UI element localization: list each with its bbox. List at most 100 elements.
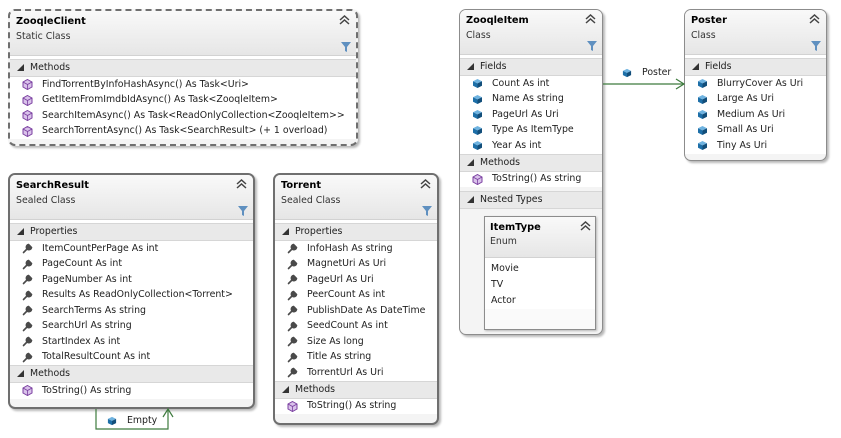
section-label: Properties (295, 226, 343, 237)
collapse-chevron-icon[interactable] (420, 178, 431, 190)
enum-value[interactable]: TV (485, 277, 595, 293)
expand-triangle-icon[interactable] (467, 158, 474, 166)
property-wrench-icon (287, 290, 298, 300)
member-row[interactable]: PageNumber As int (10, 272, 253, 288)
member-row[interactable]: ItemCountPerPage As int (10, 241, 253, 257)
section-label: Methods (295, 383, 336, 395)
member-row[interactable]: GetItemFromImdbIdAsync() As Task<ZooqleI… (10, 92, 356, 108)
member-row[interactable]: Tiny As Uri (685, 138, 826, 154)
member-label: PublishDate As DateTime (307, 304, 426, 316)
member-row[interactable]: PublishDate As DateTime (275, 303, 437, 319)
member-row[interactable]: Small As Uri (685, 122, 826, 138)
section-fields[interactable]: Fields (685, 58, 826, 76)
enum-value[interactable]: Movie (485, 261, 595, 277)
member-row[interactable]: SearchTerms As string (10, 303, 253, 319)
member-row[interactable]: MagnetUri As Uri (275, 256, 437, 272)
property-wrench-icon (22, 290, 33, 300)
member-row[interactable]: ToString() As string (275, 398, 437, 414)
member-row[interactable]: PageUrl As Uri (275, 272, 437, 288)
property-wrench-icon (22, 352, 33, 362)
expand-triangle-icon[interactable] (17, 370, 24, 377)
class-name: ZooqleClient (16, 16, 86, 27)
member-row[interactable]: Type As ItemType (460, 122, 602, 138)
member-row[interactable]: Large As Uri (685, 91, 826, 107)
member-label: Name As string (492, 93, 564, 104)
collapse-chevron-icon[interactable] (809, 13, 820, 25)
member-label: MagnetUri As Uri (307, 258, 387, 269)
member-label: Large As Uri (717, 93, 774, 104)
collapse-chevron-icon[interactable] (236, 178, 247, 190)
expand-triangle-icon[interactable] (467, 63, 474, 70)
enum-value[interactable]: Actor (485, 293, 595, 309)
collapse-chevron-icon[interactable] (339, 14, 350, 26)
member-row[interactable]: Year As int (460, 138, 602, 154)
member-row[interactable]: FindTorrentByInfoHashAsync() As Task<Uri… (10, 77, 356, 93)
class-zooqleitem[interactable]: ZooqleItem Class Fields Count As int Nam… (459, 9, 603, 335)
member-row[interactable]: SearchTorrentAsync() As Task<SearchResul… (10, 123, 356, 139)
member-row[interactable]: PeerCount As int (275, 287, 437, 303)
member-row[interactable]: Results As ReadOnlyCollection<Torrent> (10, 287, 253, 303)
member-row[interactable]: Name As string (460, 91, 602, 107)
expand-triangle-icon[interactable] (17, 228, 24, 235)
section-methods[interactable]: Methods (10, 59, 356, 77)
enum-header: ItemType Enum (485, 217, 595, 258)
collapse-chevron-icon[interactable] (580, 220, 591, 232)
expand-triangle-icon[interactable] (17, 64, 24, 71)
member-row[interactable]: PageUrl As Uri (460, 107, 602, 123)
member-row[interactable]: SearchItemAsync() As Task<ReadOnlyCollec… (10, 108, 356, 124)
member-row[interactable]: PageCount As int (10, 256, 253, 272)
enum-stereotype: Enum (490, 236, 517, 247)
section-fields[interactable]: Fields (460, 58, 602, 76)
method-icon (22, 385, 33, 396)
section-properties[interactable]: Properties (10, 223, 253, 241)
collapse-chevron-icon[interactable] (585, 13, 596, 25)
filter-icon[interactable] (238, 206, 248, 216)
class-zooqleclient[interactable]: ZooqleClient Static Class Methods FindTo… (8, 9, 358, 146)
member-row[interactable]: Title As string (275, 349, 437, 365)
member-row[interactable]: TotalResultCount As int (10, 349, 253, 365)
nested-enum-itemtype[interactable]: ItemType Enum Movie TV Actor (484, 216, 596, 330)
class-stereotype: Sealed Class (16, 195, 76, 206)
expand-triangle-icon[interactable] (692, 63, 699, 70)
member-label: ToString() As string (492, 173, 582, 184)
member-row[interactable]: Medium As Uri (685, 107, 826, 123)
method-icon (22, 94, 33, 106)
section-methods[interactable]: Methods (460, 153, 602, 172)
member-label: ItemCountPerPage As int (42, 242, 159, 254)
member-row[interactable]: ToString() As string (460, 171, 602, 187)
member-row[interactable]: SeedCount As int (275, 318, 437, 334)
method-icon (22, 79, 33, 90)
member-label: InfoHash As string (307, 242, 393, 254)
member-label: PeerCount As int (307, 289, 386, 300)
member-row[interactable]: Count As int (460, 76, 602, 92)
section-nested-types[interactable]: Nested Types (460, 191, 602, 209)
expand-triangle-icon[interactable] (282, 385, 289, 393)
member-row[interactable]: BlurryCover As Uri (685, 76, 826, 92)
member-row[interactable]: SearchUrl As string (10, 318, 253, 334)
member-label: FindTorrentByInfoHashAsync() As Task<Uri… (42, 78, 249, 90)
member-row[interactable]: StartIndex As int (10, 334, 253, 350)
filter-icon[interactable] (341, 42, 351, 52)
class-header: ZooqleItem Class (460, 10, 602, 55)
section-label: Methods (480, 156, 521, 168)
class-name: Torrent (281, 180, 322, 191)
class-poster[interactable]: Poster Class Fields BlurryCover As Uri L… (684, 9, 827, 161)
class-header: Torrent Sealed Class (275, 175, 437, 220)
filter-icon[interactable] (811, 41, 821, 51)
member-row[interactable]: ToString() As string (10, 383, 253, 399)
section-methods[interactable]: Methods (10, 365, 253, 383)
filter-icon[interactable] (587, 41, 597, 51)
member-label: BlurryCover As Uri (717, 77, 804, 89)
section-methods[interactable]: Methods (275, 380, 437, 399)
expand-triangle-icon[interactable] (467, 196, 474, 203)
member-label: Tiny As Uri (717, 139, 768, 151)
class-searchresult[interactable]: SearchResult Sealed Class Properties Ite… (8, 173, 255, 409)
member-row[interactable]: TorrentUrl As Uri (275, 365, 437, 381)
member-label: SearchTorrentAsync() As Task<SearchResul… (42, 125, 328, 136)
filter-icon[interactable] (422, 206, 432, 216)
class-torrent[interactable]: Torrent Sealed Class Properties InfoHash… (273, 173, 439, 425)
section-properties[interactable]: Properties (275, 223, 437, 241)
expand-triangle-icon[interactable] (282, 228, 289, 235)
member-row[interactable]: Size As long (275, 334, 437, 350)
member-row[interactable]: InfoHash As string (275, 241, 437, 257)
